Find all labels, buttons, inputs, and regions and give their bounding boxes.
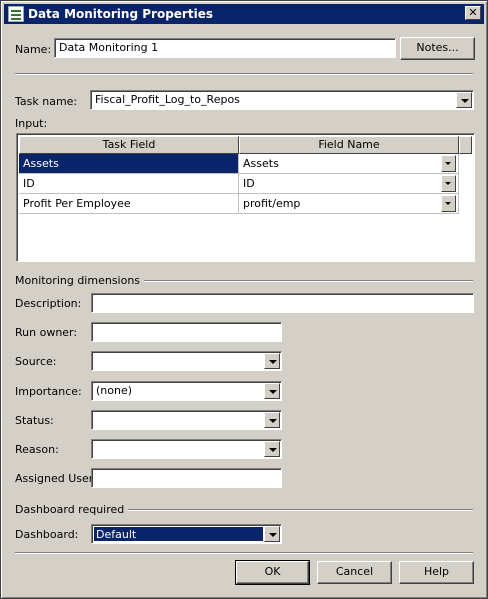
name-label: Name: xyxy=(15,43,52,56)
importance-label: Importance: xyxy=(15,385,82,398)
input-label: Input: xyxy=(15,117,48,130)
close-icon: ✕ xyxy=(468,6,478,19)
importance-value: (none) xyxy=(96,384,133,397)
reason-select[interactable] xyxy=(91,439,282,459)
separator xyxy=(15,73,473,75)
source-select[interactable] xyxy=(91,351,282,371)
chevron-down-icon[interactable] xyxy=(441,175,456,192)
chevron-down-icon[interactable] xyxy=(264,412,280,428)
window-title: Data Monitoring Properties xyxy=(28,7,213,21)
dashboard-select[interactable]: Default xyxy=(91,524,282,544)
table-row-field-name[interactable]: ID xyxy=(239,174,459,194)
chevron-down-icon[interactable] xyxy=(264,353,280,369)
description-label: Description: xyxy=(15,297,82,310)
task-name-label: Task name: xyxy=(15,95,78,108)
monitoring-dimensions-heading: Monitoring dimensions xyxy=(15,274,145,287)
title-bar[interactable]: Data Monitoring Properties ✕ xyxy=(4,4,484,24)
close-button[interactable]: ✕ xyxy=(465,6,481,20)
name-input[interactable]: Data Monitoring 1 xyxy=(54,38,396,58)
description-input[interactable] xyxy=(91,293,474,313)
table-row-field-name[interactable]: Assets xyxy=(239,154,459,174)
chevron-down-icon[interactable] xyxy=(264,526,280,542)
input-grid[interactable]: Task Field Field Name Assets Assets ID I… xyxy=(16,133,475,262)
column-header-filler xyxy=(459,136,472,154)
table-row-task-field[interactable]: Assets xyxy=(19,154,239,174)
task-name-select[interactable]: Fiscal_Profit_Log_to_Repos xyxy=(90,90,474,110)
chevron-down-icon[interactable] xyxy=(441,155,456,172)
notes-button[interactable]: Notes... xyxy=(400,37,475,60)
column-header-task-field[interactable]: Task Field xyxy=(19,136,239,154)
cancel-button[interactable]: Cancel xyxy=(317,561,392,584)
run-owner-label: Run owner: xyxy=(15,326,78,339)
assigned-user-label: Assigned User: xyxy=(15,472,97,485)
chevron-down-icon[interactable] xyxy=(264,383,280,399)
run-owner-input[interactable] xyxy=(91,322,282,342)
dialog-window: Data Monitoring Properties ✕ Name: Data … xyxy=(0,0,488,599)
chevron-down-icon[interactable] xyxy=(456,92,472,108)
separator xyxy=(15,552,473,554)
assigned-user-input[interactable] xyxy=(91,468,282,488)
table-row-task-field[interactable]: Profit Per Employee xyxy=(19,194,239,214)
dashboard-value: Default xyxy=(94,527,263,541)
chevron-down-icon[interactable] xyxy=(441,195,456,212)
help-button[interactable]: Help xyxy=(399,561,474,584)
ok-button[interactable]: OK xyxy=(235,560,310,585)
chevron-down-icon[interactable] xyxy=(264,441,280,457)
reason-label: Reason: xyxy=(15,443,59,456)
table-row-field-name[interactable]: profit/emp xyxy=(239,194,459,214)
task-name-value: Fiscal_Profit_Log_to_Repos xyxy=(95,93,240,106)
dashboard-label: Dashboard: xyxy=(15,528,79,541)
source-label: Source: xyxy=(15,355,57,368)
app-icon xyxy=(8,6,24,22)
table-row-task-field[interactable]: ID xyxy=(19,174,239,194)
status-label: Status: xyxy=(15,414,54,427)
status-select[interactable] xyxy=(91,410,282,430)
dashboard-required-heading: Dashboard required xyxy=(15,503,129,516)
column-header-field-name[interactable]: Field Name xyxy=(239,136,459,154)
importance-select[interactable]: (none) xyxy=(91,381,282,401)
